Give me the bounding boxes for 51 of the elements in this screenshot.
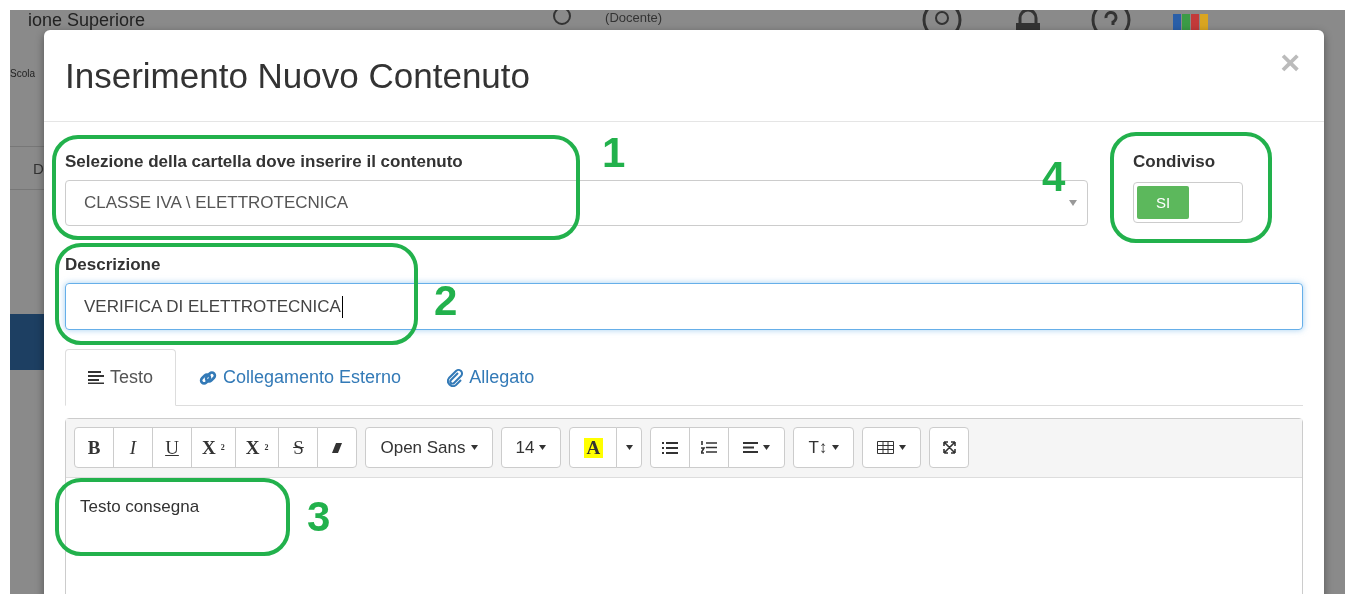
lock-icon[interactable] [1013, 10, 1043, 30]
toolbar-button[interactable] [929, 427, 970, 468]
underline-button[interactable]: U [152, 427, 192, 468]
help-icon[interactable] [1090, 10, 1132, 30]
selected-row-bar [10, 314, 44, 370]
italic-button[interactable]: I [113, 427, 153, 468]
toolbar-button[interactable] [689, 427, 730, 468]
side-label: Scola [10, 68, 36, 79]
annotation-number: 3 [307, 496, 331, 538]
user-role: (Docente) [605, 10, 663, 26]
table-icon [877, 441, 895, 454]
color-menu-button[interactable] [616, 427, 643, 468]
search-icon[interactable] [921, 10, 963, 30]
eraser-icon [331, 441, 344, 454]
toolbar-button[interactable] [317, 427, 358, 468]
expand-icon [942, 441, 956, 454]
table-header: D [33, 159, 44, 177]
field-label: Selezione della cartella dove inserire il contenuto [65, 152, 463, 172]
school-title: ione Superiore [28, 10, 146, 30]
align-icon [743, 442, 759, 453]
field-label: Descrizione [65, 255, 162, 275]
paperclip-icon [447, 368, 464, 387]
dropdown-button[interactable]: 14 [500, 427, 562, 468]
caret-icon [1069, 200, 1077, 206]
caret-icon [539, 445, 547, 450]
dropdown-button[interactable] [728, 427, 786, 468]
tab[interactable]: Testo [65, 349, 177, 406]
toolbar-button[interactable] [650, 427, 691, 468]
caret-icon [832, 445, 840, 450]
annotation-number: 1 [602, 132, 626, 174]
field-label: Condiviso [1133, 152, 1216, 172]
dropdown-button[interactable] [862, 427, 922, 468]
dropdown-button[interactable]: Open Sans [365, 427, 493, 468]
caret-icon [625, 445, 633, 450]
link-icon [199, 368, 218, 387]
editor-text: Testo consegna [80, 497, 200, 516]
modal-title: Inserimento Nuovo Contenuto [65, 55, 530, 96]
superscript-button[interactable]: X$^{2}$ [191, 427, 236, 468]
text-lines-icon [88, 371, 104, 384]
caret-icon [470, 445, 478, 450]
annotation-number: 2 [434, 280, 458, 322]
dropdown-button[interactable]: T↕ [793, 427, 855, 468]
tab[interactable]: Collegamento Esterno [176, 349, 425, 406]
caret-icon [899, 445, 907, 450]
bulleted-list-icon [662, 441, 679, 454]
tab[interactable]: Allegato [424, 349, 558, 406]
strikethrough-button[interactable]: S [278, 427, 319, 468]
numbered-list-icon [701, 441, 718, 454]
highlight-color-button[interactable]: A [569, 427, 618, 468]
bold-button[interactable]: B [74, 427, 114, 468]
caret-icon [763, 445, 771, 450]
